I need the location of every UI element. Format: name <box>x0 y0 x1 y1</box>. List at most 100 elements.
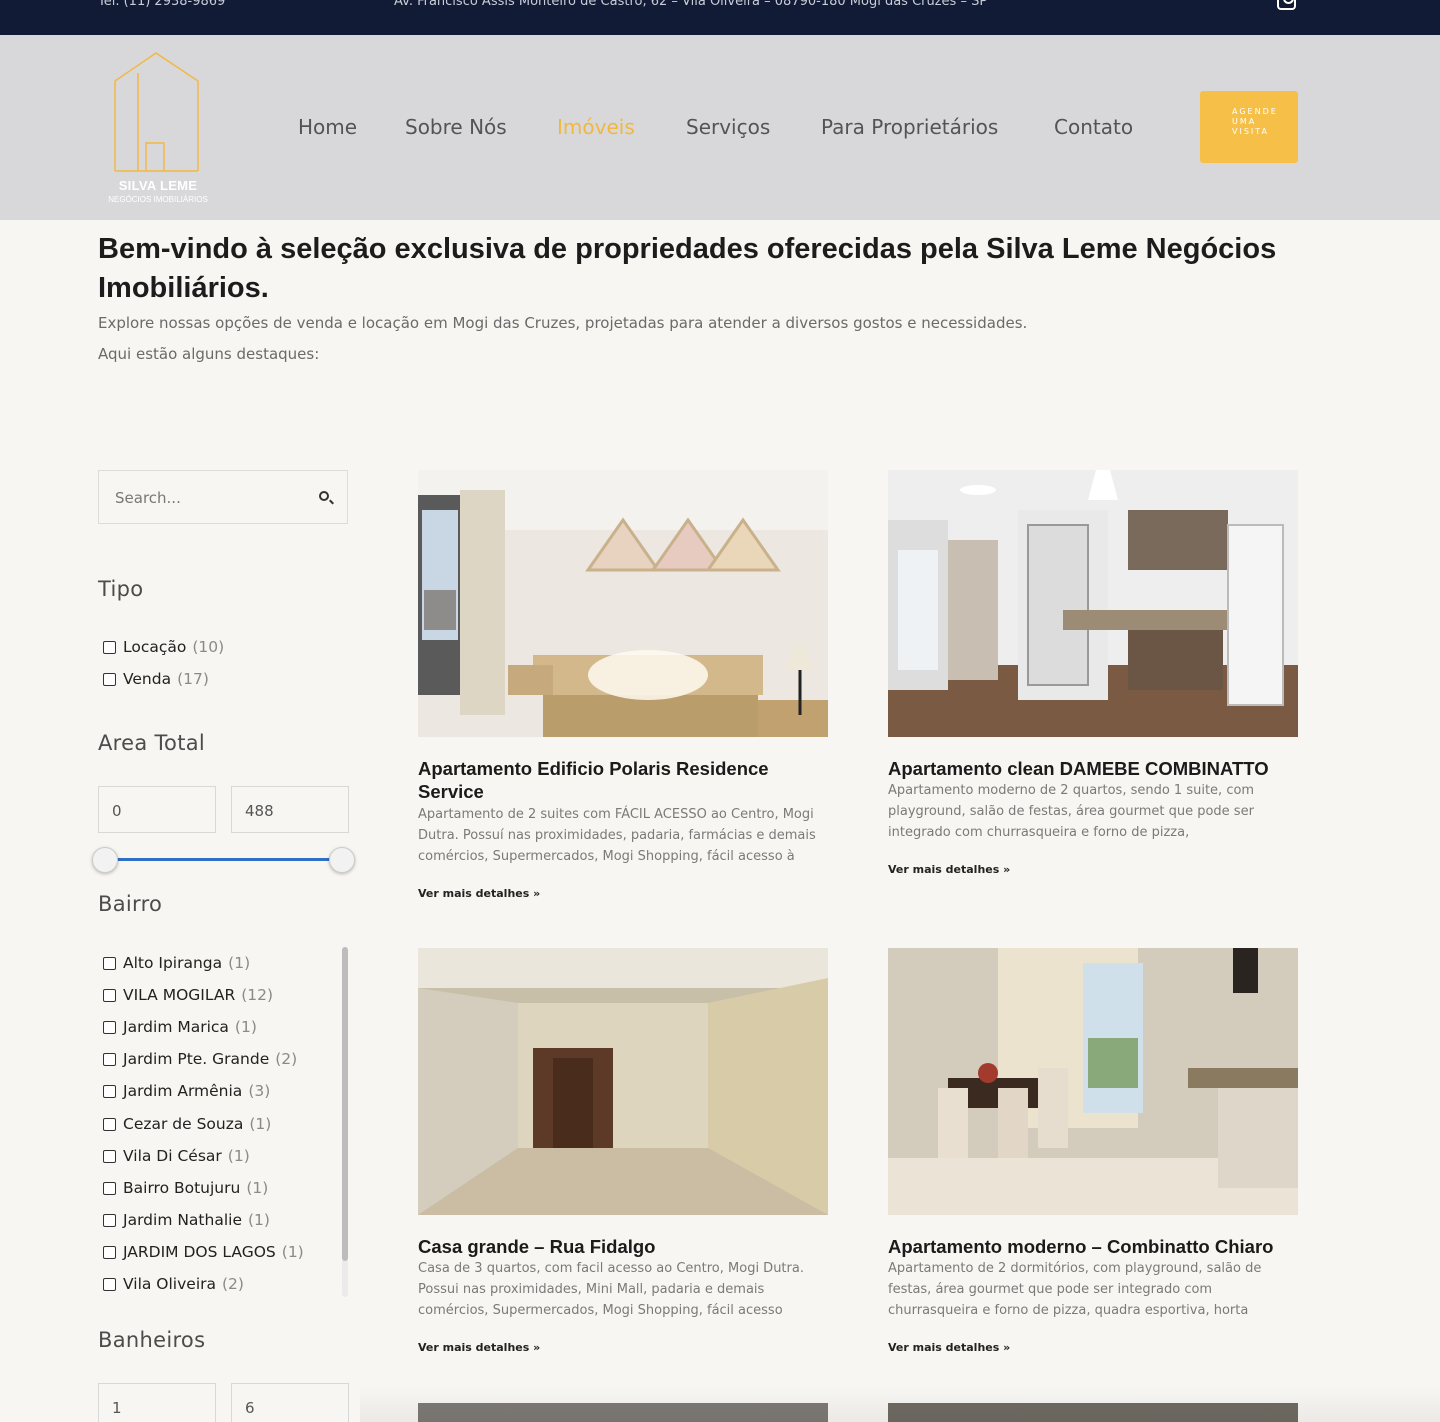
phone-text: Tel. (11) 2938-9869 <box>98 0 226 9</box>
filter-option[interactable]: VILA MOGILAR (12) <box>123 986 273 1004</box>
option-count: (1) <box>247 1211 270 1229</box>
slider-min-handle[interactable] <box>92 847 118 873</box>
filter-option[interactable]: Vila Di César (1) <box>123 1147 250 1165</box>
filter-option[interactable]: Locação (10) <box>123 638 224 656</box>
property-description: Apartamento de 2 dormitórios, com playgr… <box>888 1261 1262 1318</box>
property-description: Apartamento de 2 suites com FÁCIL ACESSO… <box>418 807 816 864</box>
option-count: (1) <box>228 954 251 972</box>
property-photo[interactable] <box>418 470 828 737</box>
option-label: Vila Oliveira <box>123 1275 216 1293</box>
option-count: (3) <box>248 1082 271 1100</box>
property-title[interactable]: Apartamento Edificio Polaris Residence S… <box>418 757 828 803</box>
option-count: (1) <box>281 1243 304 1261</box>
option-label: Cezar de Souza <box>123 1115 244 1133</box>
bairro-checkbox[interactable] <box>103 1214 116 1227</box>
option-label: Venda <box>123 670 172 688</box>
property-description: Casa de 3 quartos, com facil acesso ao C… <box>418 1261 804 1318</box>
site-header: SILVA LEME NEGÓCIOS IMOBILIÁRIOS Home So… <box>0 35 1440 220</box>
option-label: Jardim Marica <box>123 1018 229 1036</box>
schedule-visit-label: AGENDE UMA VISITA <box>1232 107 1278 136</box>
bairro-checkbox[interactable] <box>103 989 116 1002</box>
option-count: (17) <box>177 670 209 688</box>
filter-option[interactable]: Jardim Marica (1) <box>123 1018 257 1036</box>
filter-option[interactable]: Vila Oliveira (2) <box>123 1275 244 1293</box>
option-label: Jardim Pte. Grande <box>123 1050 270 1068</box>
search-input[interactable]: Search... <box>98 470 348 524</box>
slider-max-handle[interactable] <box>329 847 355 873</box>
bairro-checkbox[interactable] <box>103 1021 116 1034</box>
property-title[interactable]: Apartamento moderno – Combinatto Chiaro <box>888 1235 1298 1258</box>
area-range-slider[interactable] <box>105 858 342 861</box>
intro-highlights: Aqui estão alguns destaques: <box>98 345 320 363</box>
property-photo[interactable] <box>888 948 1298 1215</box>
checkbox-locacao[interactable] <box>103 641 116 654</box>
footer-shadow <box>360 1385 1440 1422</box>
view-details-link[interactable]: Ver mais detalhes » <box>418 1341 540 1354</box>
option-count: (10) <box>192 638 225 656</box>
brand-name: SILVA LEME <box>118 178 198 193</box>
filter-bairro-title: Bairro <box>98 892 163 916</box>
option-count: (1) <box>227 1147 250 1165</box>
option-count: (1) <box>249 1115 272 1133</box>
filter-banheiros-title: Banheiros <box>98 1328 206 1352</box>
bairro-checkbox[interactable] <box>103 1182 116 1195</box>
option-count: (1) <box>246 1179 269 1197</box>
property-title[interactable]: Casa grande – Rua Fidalgo <box>418 1235 828 1258</box>
property-photo[interactable] <box>888 470 1298 737</box>
page-title: Bem-vindo à seleção exclusiva de proprie… <box>98 233 1277 304</box>
scrollbar-thumb[interactable] <box>342 947 348 1261</box>
filter-option[interactable]: Venda (17) <box>123 670 209 688</box>
checkbox-venda[interactable] <box>103 673 116 686</box>
search-placeholder: Search... <box>115 489 181 507</box>
option-count: (2) <box>222 1275 244 1293</box>
bairro-checkbox[interactable] <box>103 1150 116 1163</box>
instagram-icon[interactable] <box>1277 0 1296 10</box>
nav-sobre-nos[interactable]: Sobre Nós <box>405 115 507 139</box>
bairro-checkbox[interactable] <box>103 1246 116 1259</box>
logo[interactable]: SILVA LEME NEGÓCIOS IMOBILIÁRIOS <box>98 51 218 211</box>
bairro-scrollbar[interactable] <box>342 947 348 1297</box>
option-label: Locação <box>123 638 187 656</box>
property-photo[interactable] <box>418 948 828 1215</box>
option-label: Alto Ipiranga <box>123 954 223 972</box>
area-min-input[interactable]: 0 <box>98 786 216 833</box>
option-count: (1) <box>234 1018 257 1036</box>
bairro-checkbox[interactable] <box>103 1278 116 1291</box>
filter-area-title: Area Total <box>98 731 206 755</box>
nav-contato[interactable]: Contato <box>1054 115 1133 139</box>
banheiros-min-input[interactable]: 1 <box>98 1383 216 1422</box>
nav-proprietarios[interactable]: Para Proprietários <box>821 115 998 139</box>
banheiros-max-input[interactable]: 6 <box>231 1383 349 1422</box>
filter-option[interactable]: Bairro Botujuru (1) <box>123 1179 268 1197</box>
brand-tagline: NEGÓCIOS IMOBILIÁRIOS <box>108 195 208 204</box>
filter-option[interactable]: Cezar de Souza (1) <box>123 1115 271 1133</box>
filter-option[interactable]: JARDIM DOS LAGOS (1) <box>123 1243 304 1261</box>
option-label: Jardim Nathalie <box>123 1211 242 1229</box>
top-bar: Tel. (11) 2938-9869 Av. Francisco Assis … <box>0 0 1440 35</box>
view-details-link[interactable]: Ver mais detalhes » <box>418 887 540 900</box>
schedule-visit-button[interactable]: AGENDE UMA VISITA <box>1200 91 1298 163</box>
search-icon[interactable] <box>319 491 329 501</box>
filter-option[interactable]: Jardim Nathalie (1) <box>123 1211 270 1229</box>
area-max-input[interactable]: 488 <box>231 786 349 833</box>
property-title[interactable]: Apartamento clean DAMEBE COMBINATTO <box>888 757 1298 780</box>
intro-paragraph: Explore nossas opções de venda e locação… <box>98 314 1028 332</box>
bairro-checkbox[interactable] <box>103 1118 116 1131</box>
bairro-checkbox[interactable] <box>103 957 116 970</box>
bairro-checkbox[interactable] <box>103 1053 116 1066</box>
house-logo-icon <box>114 52 199 172</box>
filter-option[interactable]: Jardim Pte. Grande (2) <box>123 1050 297 1068</box>
nav-servicos[interactable]: Serviços <box>686 115 770 139</box>
option-label: Vila Di César <box>123 1147 222 1165</box>
property-description: Apartamento moderno de 2 quartos, sendo … <box>888 783 1255 840</box>
filter-option[interactable]: Jardim Armênia (3) <box>123 1082 270 1100</box>
filter-option[interactable]: Alto Ipiranga (1) <box>123 954 250 972</box>
view-details-link[interactable]: Ver mais detalhes » <box>888 1341 1010 1354</box>
bairro-checkbox[interactable] <box>103 1085 116 1098</box>
nav-home[interactable]: Home <box>298 115 357 139</box>
option-label: JARDIM DOS LAGOS <box>123 1243 276 1261</box>
option-label: Jardim Armênia <box>123 1082 243 1100</box>
nav-imoveis[interactable]: Imóveis <box>557 115 635 139</box>
address-text: Av. Francisco Assis Monteiro de Castro, … <box>394 0 988 9</box>
view-details-link[interactable]: Ver mais detalhes » <box>888 863 1010 876</box>
